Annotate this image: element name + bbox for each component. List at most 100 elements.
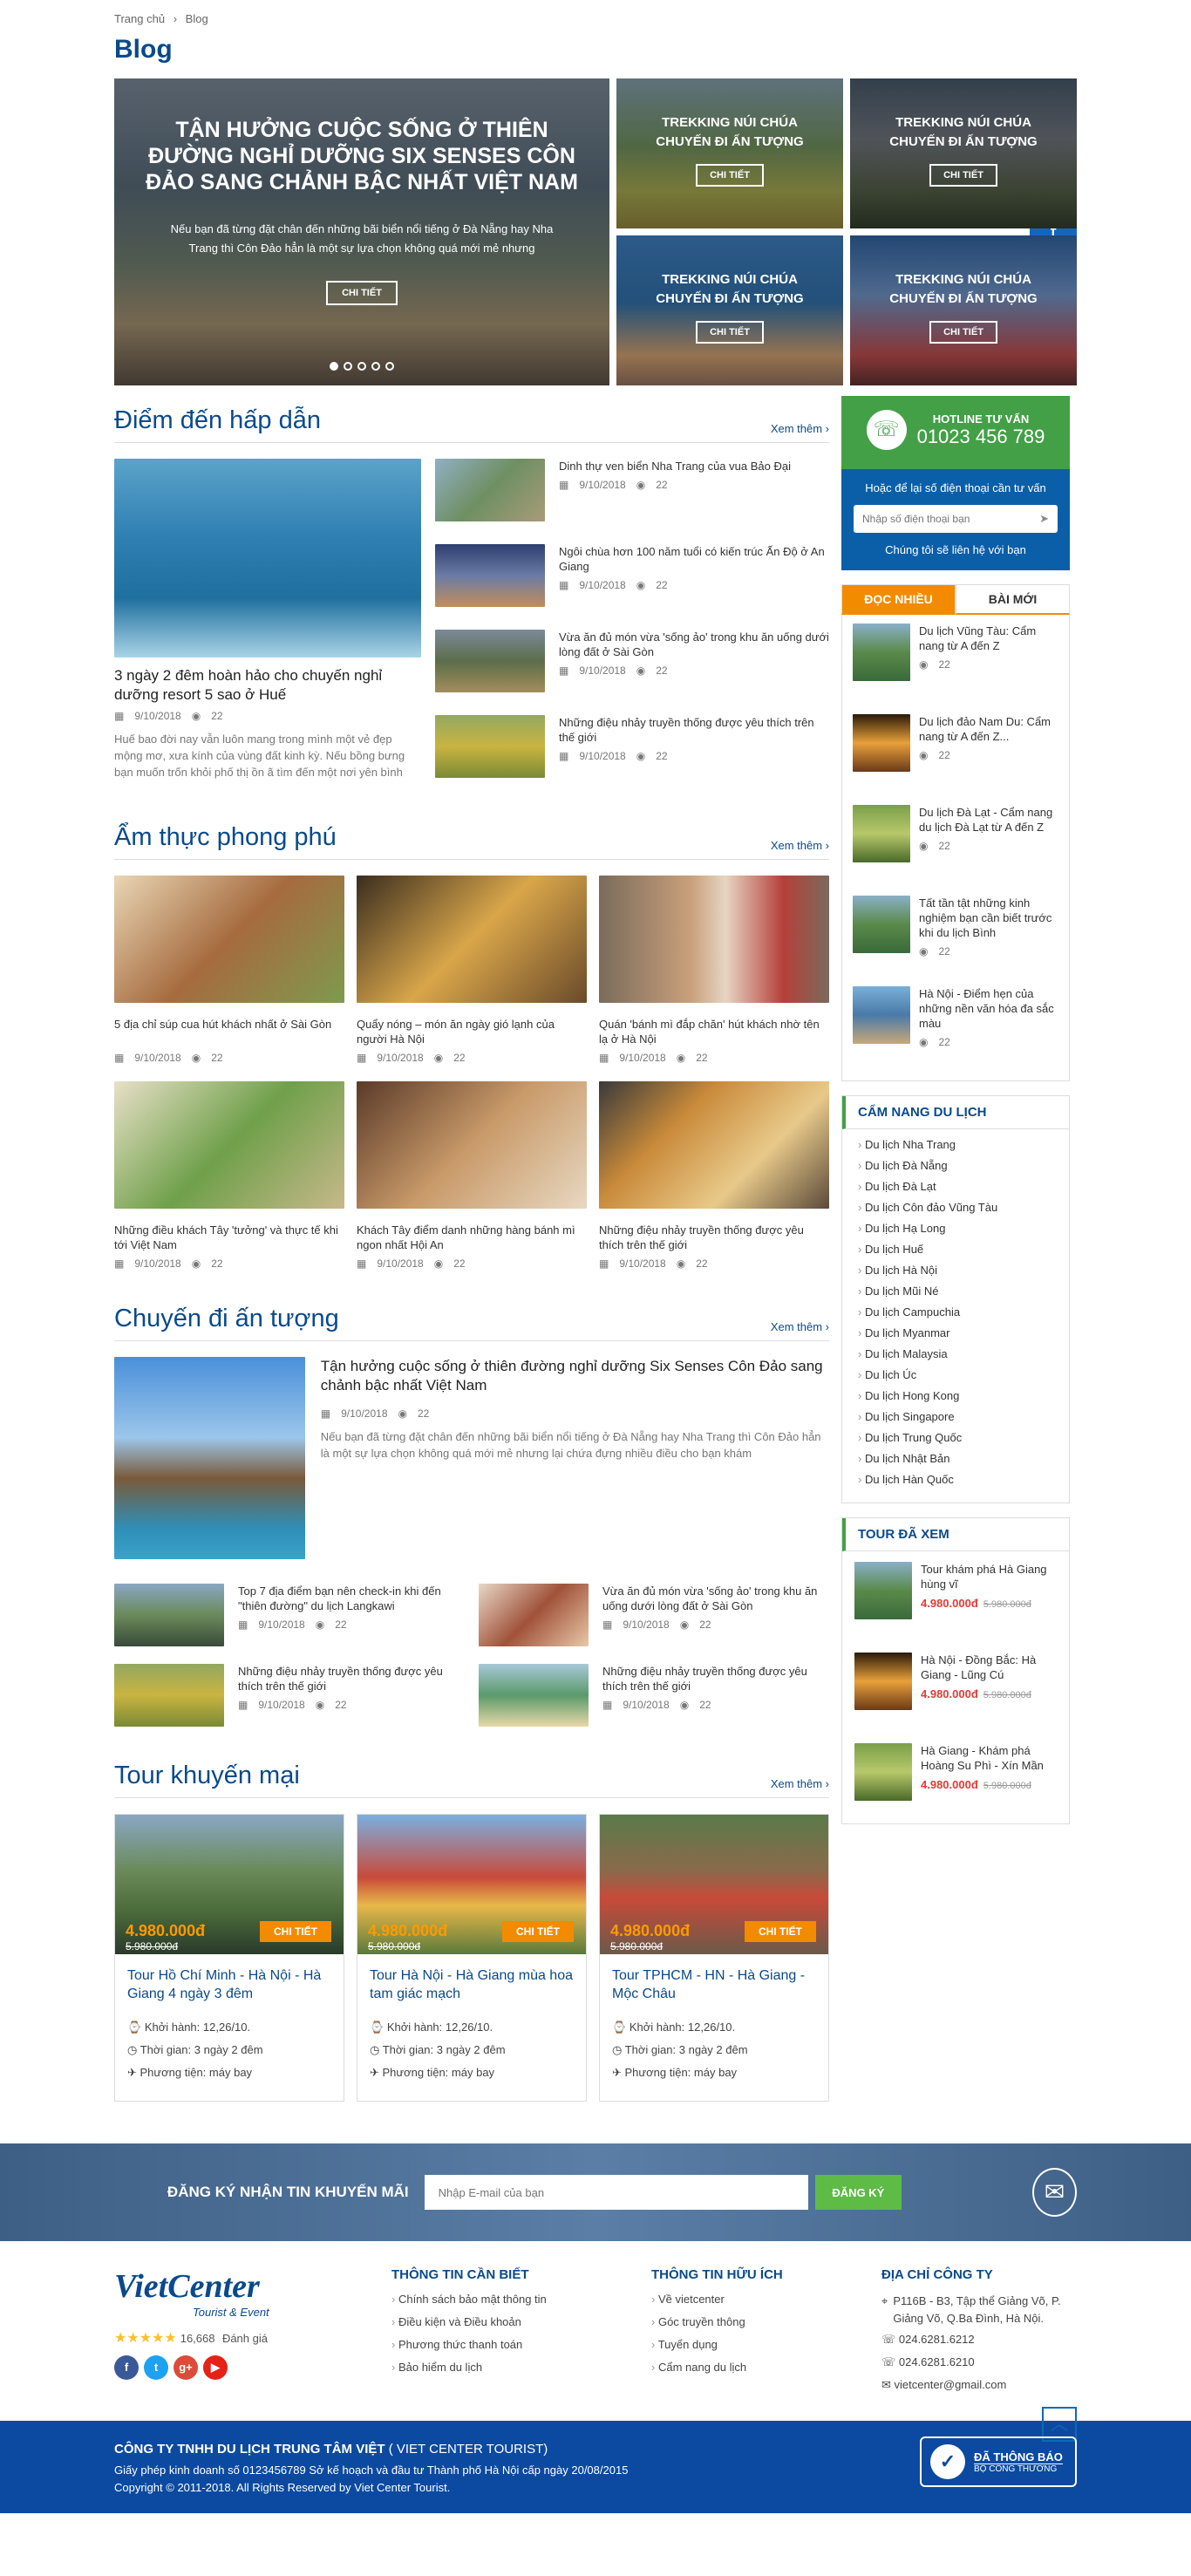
tour-image[interactable]: 4.980.000đ 5.980.000đ CHI TIẾT <box>115 1815 344 1954</box>
view-more-link[interactable]: Xem thêm › <box>771 1320 829 1333</box>
food-card[interactable]: Khách Tây điểm danh những hàng bánh mì n… <box>357 1081 587 1270</box>
newsletter-email-input[interactable] <box>424 2175 808 2210</box>
article-title[interactable]: Khách Tây điểm danh những hàng bánh mì n… <box>357 1223 587 1252</box>
handbook-link[interactable]: Du lịch Đà Lạt <box>858 1180 1053 1201</box>
tour-title[interactable]: Tour khám phá Hà Giang hùng vĩ <box>921 1562 1057 1591</box>
list-item[interactable]: Du lịch đảo Nam Du: Cẩm nang từ A đến Z.… <box>853 714 1058 805</box>
article-title[interactable]: Vừa ăn đủ món vừa 'sống ảo' trong khu ăn… <box>602 1584 829 1613</box>
list-item[interactable]: Vừa ăn đủ món vừa 'sống ảo' trong khu ăn… <box>435 630 829 694</box>
tour-card[interactable]: 4.980.000đ 5.980.000đ CHI TIẾT Tour Hà N… <box>357 1814 587 2102</box>
food-card[interactable]: Những điệu nhảy truyền thống được yêu th… <box>599 1081 829 1270</box>
facebook-icon[interactable]: f <box>114 2355 139 2380</box>
company-phone-1[interactable]: 024.6281.6212 <box>899 2333 975 2346</box>
handbook-link[interactable]: Du lịch Nhật Bản <box>858 1452 1053 1473</box>
company-email[interactable]: vietcenter@gmail.com <box>895 2378 1007 2391</box>
handbook-link[interactable]: Du lịch Mũi Né <box>858 1285 1053 1305</box>
article-title[interactable]: Du lịch Vũng Tàu: Cẩm nang từ A đến Z <box>919 624 1058 653</box>
article-image[interactable] <box>114 459 421 658</box>
view-more-link[interactable]: Xem thêm › <box>771 422 829 435</box>
slider-dot[interactable] <box>330 362 338 371</box>
list-item[interactable]: Những điệu nhảy truyền thống được yêu th… <box>435 715 829 780</box>
food-card[interactable]: Quẩy nóng – món ăn ngày gió lạnh của ngư… <box>357 876 587 1064</box>
slider-dot[interactable] <box>344 362 352 371</box>
hero-tile-detail-button[interactable]: CHI TIẾT <box>929 164 997 187</box>
hero-tile-detail-button[interactable]: CHI TIẾT <box>696 321 764 344</box>
handbook-link[interactable]: Du lịch Campuchia <box>858 1305 1053 1326</box>
footer-link[interactable]: Tuyển dụng <box>651 2338 881 2361</box>
hotline-number[interactable]: 01023 456 789 <box>917 426 1045 448</box>
article-image[interactable] <box>114 876 344 1003</box>
article-title[interactable]: Những điệu nhảy truyền thống được yêu th… <box>599 1223 829 1252</box>
featured-article[interactable]: Tận hưởng cuộc sống ở thiên đường nghỉ d… <box>114 1357 829 1559</box>
handbook-link[interactable]: Du lịch Nha Trang <box>858 1138 1053 1159</box>
article-title[interactable]: 5 địa chỉ súp cua hút khách nhất ở Sài G… <box>114 1017 344 1046</box>
ministry-registered-badge[interactable]: ✓ ĐÃ THÔNG BÁO BỘ CÔNG THƯƠNG <box>920 2436 1077 2487</box>
article-image[interactable] <box>357 876 587 1003</box>
article-image[interactable] <box>853 805 910 862</box>
footer-link[interactable]: Cẩm nang du lịch <box>651 2361 881 2383</box>
article-image[interactable] <box>599 876 829 1003</box>
tour-detail-button[interactable]: CHI TIẾT <box>745 1921 816 1942</box>
hero-main-detail-button[interactable]: CHI TIẾT <box>326 281 398 305</box>
tour-image[interactable]: 4.980.000đ 5.980.000đ CHI TIẾT <box>357 1815 586 1954</box>
tour-title[interactable]: Tour Hà Nội - Hà Giang mùa hoa tam giác … <box>357 1954 586 2015</box>
tour-image[interactable] <box>854 1743 912 1801</box>
list-item[interactable]: Những điệu nhảy truyền thống được yêu th… <box>114 1664 465 1727</box>
hero-tile[interactable]: TREKKING NÚI CHÚA CHUYẾN ĐI ẤN TƯỢNG CHI… <box>616 78 843 228</box>
breadcrumb-home[interactable]: Trang chủ <box>114 12 165 25</box>
hero-tile[interactable]: TREKKING NÚI CHÚA CHUYẾN ĐI ẤN TƯỢNG CHI… <box>616 235 843 385</box>
list-item[interactable]: Vừa ăn đủ món vừa 'sống ảo' trong khu ăn… <box>479 1584 829 1646</box>
handbook-link[interactable]: Du lịch Hong Kong <box>858 1389 1053 1410</box>
view-more-link[interactable]: Xem thêm › <box>771 1777 829 1790</box>
handbook-link[interactable]: Du lịch Đà Nẵng <box>858 1159 1053 1180</box>
hero-tile[interactable]: TREKKING NÚI CHÚA CHUYẾN ĐI ẤN TƯỢNG CHI… <box>850 235 1077 385</box>
handbook-link[interactable]: Du lịch Singapore <box>858 1410 1053 1431</box>
handbook-link[interactable]: Du lịch Malaysia <box>858 1347 1053 1368</box>
list-item[interactable]: Những điệu nhảy truyền thống được yêu th… <box>479 1664 829 1727</box>
list-item[interactable]: Hà Nội - Điểm hẹn của những nền văn hóa … <box>853 986 1058 1077</box>
tour-title[interactable]: Hà Nội - Đồng Bắc: Hà Giang - Lũng Cú <box>921 1653 1057 1682</box>
list-item[interactable]: Du lịch Vũng Tàu: Cẩm nang từ A đến Z ◉ 2… <box>853 624 1058 714</box>
tour-card[interactable]: 4.980.000đ 5.980.000đ CHI TIẾT Tour Hồ C… <box>114 1814 344 2102</box>
article-title[interactable]: Những điệu nhảy truyền thống được yêu th… <box>602 1664 829 1693</box>
article-image[interactable] <box>853 986 910 1044</box>
newsletter-submit-button[interactable]: ĐĂNG KÝ <box>814 2175 902 2210</box>
article-title[interactable]: 3 ngày 2 đêm hoàn hảo cho chuyến nghỉ dư… <box>114 666 421 705</box>
footer-link[interactable]: Chính sách bảo mật thông tin <box>391 2293 651 2315</box>
google-plus-icon[interactable]: g+ <box>174 2355 198 2380</box>
food-card[interactable]: 5 địa chỉ súp cua hút khách nhất ở Sài G… <box>114 876 344 1064</box>
article-title[interactable]: Top 7 địa điểm bạn nên check-in khi đến … <box>238 1584 465 1613</box>
logo[interactable]: VietCenter <box>114 2267 391 2306</box>
list-item[interactable]: Tất tần tật những kinh nghiệm bạn cần bi… <box>853 896 1058 986</box>
list-item[interactable]: Du lịch Đà Lạt - Cẩm nang du lịch Đà Lạt… <box>853 805 1058 896</box>
article-title[interactable]: Những điệu nhảy truyền thống được yêu th… <box>238 1664 465 1693</box>
hero-main-slide[interactable]: TẬN HƯỞNG CUỘC SỐNG Ở THIÊN ĐƯỜNG NGHỈ D… <box>114 78 609 385</box>
tab-new[interactable]: BÀI MỚI <box>956 584 1070 615</box>
tour-title[interactable]: Tour TPHCM - HN - Hà Giang - Mộc Châu <box>600 1954 828 2015</box>
company-phone-2[interactable]: 024.6281.6210 <box>899 2355 975 2368</box>
list-item[interactable]: Ngôi chùa hơn 100 năm tuổi có kiến trúc … <box>435 544 829 609</box>
tour-image[interactable]: 4.980.000đ 5.980.000đ CHI TIẾT <box>600 1815 828 1954</box>
tab-popular[interactable]: ĐỌC NHIỀU <box>841 584 956 615</box>
hero-tile[interactable]: TREKKING NÚI CHÚA CHUYẾN ĐI ẤN TƯỢNG CHI… <box>850 78 1077 228</box>
youtube-icon[interactable]: ▶ <box>203 2355 228 2380</box>
tour-image[interactable] <box>854 1562 912 1619</box>
article-image[interactable] <box>599 1081 829 1209</box>
article-title[interactable]: Quán 'bánh mì đắp chăn' hút khách nhờ tê… <box>599 1017 829 1046</box>
article-image[interactable] <box>114 1664 224 1727</box>
food-card[interactable]: Quán 'bánh mì đắp chăn' hút khách nhờ tê… <box>599 876 829 1064</box>
footer-link[interactable]: Phương thức thanh toán <box>391 2338 651 2361</box>
send-icon[interactable]: ➤ <box>1039 512 1049 526</box>
view-more-link[interactable]: Xem thêm › <box>771 839 829 852</box>
footer-link[interactable]: Góc truyền thông <box>651 2315 881 2338</box>
tour-title[interactable]: Tour Hồ Chí Minh - Hà Nội - Hà Giang 4 n… <box>115 1954 344 2015</box>
hero-tile-detail-button[interactable]: CHI TIẾT <box>929 321 997 344</box>
article-image[interactable] <box>479 1664 589 1727</box>
article-image[interactable] <box>853 624 910 681</box>
handbook-link[interactable]: Du lịch Trung Quốc <box>858 1431 1053 1452</box>
article-title[interactable]: Tất tần tật những kinh nghiệm bạn cần bi… <box>919 896 1058 940</box>
tour-detail-button[interactable]: CHI TIẾT <box>502 1921 574 1942</box>
article-image[interactable] <box>435 544 545 607</box>
article-title[interactable]: Hà Nội - Điểm hẹn của những nền văn hóa … <box>919 986 1058 1031</box>
article-title[interactable]: Vừa ăn đủ món vừa 'sống ảo' trong khu ăn… <box>559 630 829 659</box>
